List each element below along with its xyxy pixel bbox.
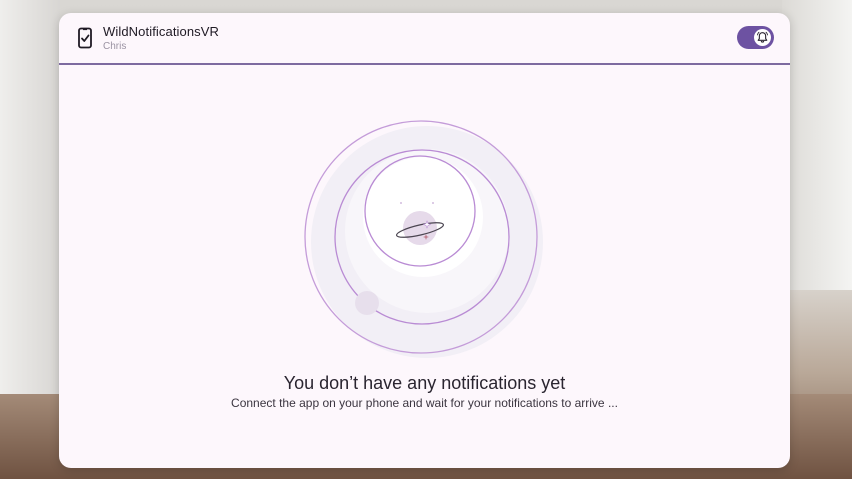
planet-orbit-icon bbox=[304, 120, 543, 358]
notifications-toggle[interactable] bbox=[737, 26, 774, 49]
room-window bbox=[782, 0, 852, 290]
bell-icon bbox=[757, 31, 768, 43]
user-name: Chris bbox=[103, 41, 127, 52]
notifications-panel: WildNotificationsVR Chris You don’t have… bbox=[59, 13, 790, 468]
empty-state-subtitle: Connect the app on your phone and wait f… bbox=[231, 396, 618, 410]
app-title: WildNotificationsVR bbox=[103, 24, 220, 39]
phone-check-icon bbox=[78, 27, 92, 49]
panel-header: WildNotificationsVR Chris bbox=[59, 13, 790, 65]
toggle-knob[interactable] bbox=[754, 29, 771, 46]
empty-state-title: You don’t have any notifications yet bbox=[283, 373, 566, 393]
moon bbox=[355, 291, 379, 315]
room-wall bbox=[0, 0, 60, 400]
